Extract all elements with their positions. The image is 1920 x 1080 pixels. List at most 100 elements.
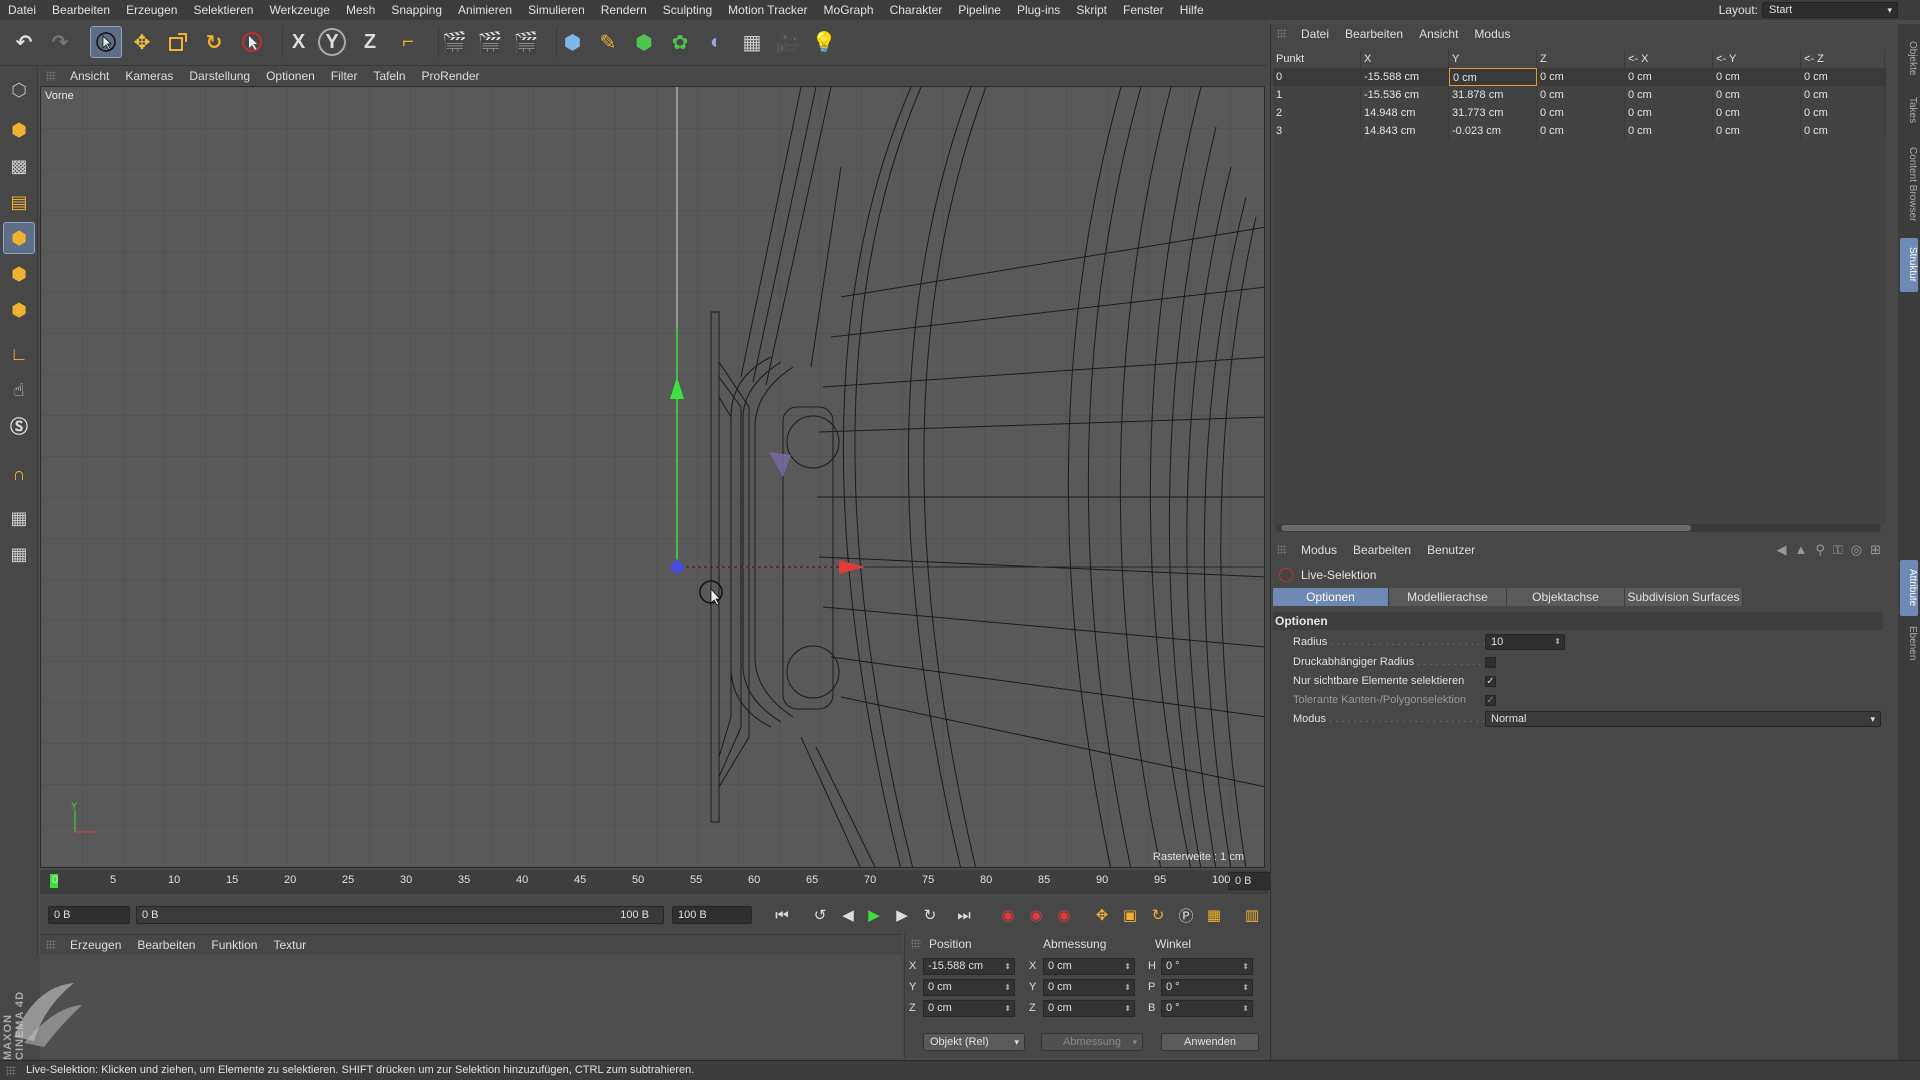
loop-forward-icon[interactable]: ↻ (918, 903, 942, 927)
play-icon[interactable]: ▶ (862, 903, 886, 927)
structure-menu-item-2[interactable]: Ansicht (1411, 27, 1466, 41)
coordinate-mode-select[interactable]: Objekt (Rel) ▾ (923, 1033, 1025, 1051)
menu-item-14[interactable]: Pipeline (950, 0, 1009, 20)
table-cell[interactable]: 3 (1273, 122, 1361, 140)
mode-select[interactable]: Normal ▾ (1485, 711, 1881, 727)
menu-item-10[interactable]: Sculpting (655, 0, 720, 20)
floor-scene-icon[interactable]: ▦ (736, 26, 768, 58)
menu-item-1[interactable]: Bearbeiten (44, 0, 118, 20)
table-cell[interactable]: 0 cm (1625, 104, 1713, 122)
auto-keying-icon[interactable]: ◉ (1024, 903, 1048, 927)
material-menu-item-2[interactable]: Funktion (203, 938, 265, 952)
material-menu-item-3[interactable]: Textur (265, 938, 314, 952)
pressure-radius-checkbox[interactable] (1485, 657, 1496, 668)
menu-item-9[interactable]: Rendern (593, 0, 655, 20)
table-cell[interactable]: 0 cm (1713, 86, 1801, 104)
pos-y-field[interactable]: 0 cm ⬍ (923, 979, 1015, 996)
viewport-menu-item-6[interactable]: ProRender (414, 69, 488, 83)
table-cell[interactable]: -15.536 cm (1361, 86, 1449, 104)
table-cell[interactable]: 0 cm (1713, 68, 1801, 86)
scrollbar-thumb[interactable] (1281, 525, 1691, 531)
material-menu-item-0[interactable]: Erzeugen (62, 938, 129, 952)
mograph-cloner-icon[interactable]: ✿ (664, 26, 696, 58)
undo-icon[interactable]: ↶ (8, 26, 40, 58)
table-cell[interactable]: 0 cm (1537, 122, 1625, 140)
loop-back-icon[interactable]: ↺ (808, 903, 832, 927)
camera-icon[interactable]: 🎥 (772, 26, 804, 58)
visible-only-checkbox[interactable]: ✓ (1485, 676, 1496, 687)
end-frame-field[interactable]: 100 B (672, 906, 752, 924)
workplane-mode-icon[interactable]: ▤ (3, 186, 35, 218)
table-cell[interactable]: 0 cm (1537, 86, 1625, 104)
viewport-menu-item-0[interactable]: Ansicht (62, 69, 117, 83)
tab-options[interactable]: Optionen (1273, 588, 1389, 606)
menu-item-17[interactable]: Fenster (1115, 0, 1172, 20)
timeline-window-icon[interactable]: ▥ (1240, 903, 1264, 927)
snap-icon[interactable]: Ⓢ (3, 410, 35, 442)
table-cell[interactable]: 0 cm (1713, 122, 1801, 140)
subdivision-surface-icon[interactable]: ⬢ (628, 26, 660, 58)
step-forward-icon[interactable]: ▶ (890, 903, 914, 927)
viewport[interactable]: Vorne Y Rasterweite: 1 cm (40, 86, 1265, 868)
layout-select[interactable]: Start ▾ (1762, 2, 1898, 18)
size-z-field[interactable]: 0 cm ⬍ (1043, 1000, 1135, 1017)
workplane-icon[interactable]: ▦ (3, 502, 35, 534)
table-cell[interactable]: -15.588 cm (1361, 68, 1449, 86)
tab-modeling-axis[interactable]: Modellierachse (1389, 588, 1507, 606)
polygons-mode-icon[interactable]: ⬢ (3, 294, 35, 326)
structure-table[interactable]: Punkt X Y Z <- X <- Y <- Z 0 -15.588 cm 0 cm 0 cm 0… (1273, 50, 1886, 524)
go-to-end-icon[interactable]: ⏭ (952, 903, 976, 927)
menu-item-2[interactable]: Erzeugen (118, 0, 185, 20)
rot-b-field[interactable]: 0 ° ⬍ (1161, 1000, 1253, 1017)
live-selection-tool[interactable] (90, 26, 122, 58)
texture-mode-icon[interactable]: ▩ (3, 150, 35, 182)
y-axis-lock-button[interactable]: Y (318, 28, 346, 56)
rot-p-field[interactable]: 0 ° ⬍ (1161, 979, 1253, 996)
tweak-mode-icon[interactable]: ☝ (3, 374, 35, 406)
table-cell[interactable]: 0 cm (1713, 104, 1801, 122)
frame-range-slider[interactable]: 0 B 100 B (136, 906, 664, 924)
table-cell[interactable]: 0 cm (1801, 68, 1885, 86)
table-cell[interactable]: 0 cm (1801, 86, 1885, 104)
key-scale-icon[interactable]: ▣ (1118, 903, 1142, 927)
edges-mode-icon[interactable]: ⬢ (3, 258, 35, 290)
table-row[interactable]: 3 14.843 cm -0.023 cm 0 cm 0 cm 0 cm 0 cm (1273, 122, 1886, 140)
redo-icon[interactable]: ↷ (44, 26, 76, 58)
attributes-menu-item-0[interactable]: Modus (1293, 543, 1345, 557)
structure-menu-item-1[interactable]: Bearbeiten (1337, 27, 1411, 41)
table-cell[interactable]: 0 cm (1801, 104, 1885, 122)
menu-item-8[interactable]: Simulieren (520, 0, 593, 20)
table-cell[interactable]: 0 (1273, 68, 1361, 86)
structure-menu-item-0[interactable]: Datei (1293, 27, 1337, 41)
menu-item-4[interactable]: Werkzeuge (261, 0, 337, 20)
table-cell[interactable]: 2 (1273, 104, 1361, 122)
pos-x-field[interactable]: -15.588 cm ⬍ (923, 958, 1015, 975)
render-settings-icon[interactable]: 🎬 (510, 26, 542, 58)
key-parameter-icon[interactable]: Ⓟ (1174, 903, 1198, 927)
menu-item-3[interactable]: Selektieren (185, 0, 261, 20)
cube-primitive-icon[interactable]: ⬢ (556, 26, 588, 58)
table-cell[interactable]: -0.023 cm (1449, 122, 1537, 140)
pen-spline-icon[interactable]: ✎ (592, 26, 624, 58)
light-bulb-icon[interactable]: 💡 (808, 26, 840, 58)
move-tool-icon[interactable]: ✥ (126, 26, 158, 58)
menu-item-7[interactable]: Animieren (450, 0, 520, 20)
table-cell[interactable]: 14.948 cm (1361, 104, 1449, 122)
attributes-menu-item-1[interactable]: Bearbeiten (1345, 543, 1419, 557)
menu-item-18[interactable]: Hilfe (1172, 0, 1212, 20)
structure-menu-item-3[interactable]: Modus (1466, 27, 1518, 41)
side-tab-attributes[interactable]: Attribute (1900, 560, 1918, 616)
size-x-field[interactable]: 0 cm ⬍ (1043, 958, 1135, 975)
table-cell[interactable]: 0 cm (1449, 68, 1537, 86)
keyframe-selection-icon[interactable]: ◉ (1052, 903, 1076, 927)
pos-z-field[interactable]: 0 cm ⬍ (923, 1000, 1015, 1017)
viewport-menu-item-5[interactable]: Tafeln (365, 69, 413, 83)
table-cell[interactable]: 0 cm (1537, 68, 1625, 86)
model-mode-icon[interactable]: ⬢ (3, 114, 35, 146)
size-y-field[interactable]: 0 cm ⬍ (1043, 979, 1135, 996)
table-cell[interactable]: 31.878 cm (1449, 86, 1537, 104)
tab-object-axis[interactable]: Objektachse (1507, 588, 1625, 606)
menu-item-6[interactable]: Snapping (383, 0, 450, 20)
tab-subdivision-surfaces[interactable]: Subdivision Surfaces (1625, 588, 1743, 606)
render-picture-viewer-icon[interactable]: 🎬 (474, 26, 506, 58)
